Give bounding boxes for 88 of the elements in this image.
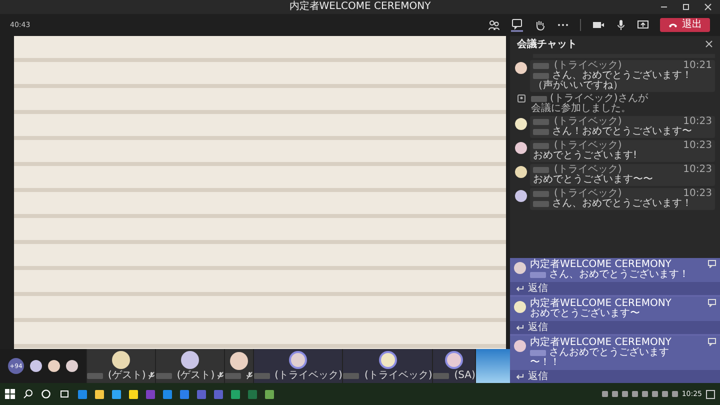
blurred-name xyxy=(533,191,549,197)
message-text: さん、おめでとうございます！ xyxy=(552,71,692,81)
reply-arrow-icon xyxy=(516,285,524,292)
sender-org: (トライベック) xyxy=(554,61,622,71)
reply-button[interactable]: 返信 xyxy=(510,282,720,295)
blurred-name xyxy=(224,372,241,378)
message-text: さん！おめでとうございます〜 xyxy=(552,127,692,137)
task-view-icon[interactable] xyxy=(59,389,70,399)
blurred-name xyxy=(433,372,450,378)
sender-org: (トライベック) xyxy=(554,165,622,175)
message-text: 〜！！ xyxy=(530,358,560,368)
message-text: おめでとうございます! xyxy=(533,151,638,161)
windows-logo-icon[interactable] xyxy=(5,389,15,399)
reply-button[interactable]: 返信 xyxy=(510,370,720,383)
blurred-name xyxy=(531,96,547,102)
chat-icon[interactable] xyxy=(511,18,523,32)
maximize-icon[interactable] xyxy=(682,3,690,11)
message-time: 10:21 xyxy=(683,61,712,71)
blurred-name xyxy=(343,372,360,378)
avatar-circle xyxy=(515,166,527,178)
message-text: さん、おめでとうございます！ xyxy=(549,270,689,280)
participant-label: (SA) xyxy=(454,370,476,381)
microphone-icon[interactable] xyxy=(616,19,626,31)
phone-icon xyxy=(668,22,678,28)
notification-card[interactable]: 内定者WELCOME CEREMONY さん、おめでとうございます！ 返信 xyxy=(510,258,720,295)
participant-label: (トライベック) xyxy=(364,370,432,381)
message-time: 10:23 xyxy=(683,189,712,199)
participant-label: (ゲスト) xyxy=(176,370,215,381)
close-icon[interactable] xyxy=(705,40,713,48)
blurred-name xyxy=(156,372,172,378)
message-text: （声がいいですね） xyxy=(533,81,623,91)
participant-label: (ゲスト) xyxy=(108,370,146,381)
avatar-circle xyxy=(515,62,527,74)
sender-name: 内定者WELCOME CEREMONY xyxy=(530,299,672,309)
avatar-circle xyxy=(514,301,526,313)
message-time: 10:23 xyxy=(683,165,712,175)
message-text: おめでとうございます〜〜 xyxy=(533,175,653,185)
avatar-circle xyxy=(66,360,78,372)
blurred-name xyxy=(533,63,549,69)
avatar-circle xyxy=(515,190,527,202)
avatar-circle xyxy=(514,262,526,274)
reply-arrow-icon xyxy=(516,324,524,331)
sender-org: (トライベック) xyxy=(554,117,622,127)
message-time: 10:23 xyxy=(683,117,712,127)
message-time: 10:23 xyxy=(683,141,712,151)
sender-name: 内定者WELCOME CEREMONY xyxy=(530,260,672,270)
close-icon[interactable] xyxy=(704,3,712,11)
participant-tile[interactable]: (トライベック) xyxy=(254,349,344,383)
window-title: 内定者WELCOME CEREMONY xyxy=(289,1,431,13)
avatar-circle xyxy=(515,142,527,154)
message-text: さん、おめでとうございます！ xyxy=(552,199,692,209)
participant-tile[interactable]: (ゲスト) xyxy=(87,349,156,383)
avatar-circle xyxy=(515,118,527,130)
sender-org: (トライベック) xyxy=(554,141,622,151)
participant-tile[interactable] xyxy=(224,349,254,383)
blurred-name xyxy=(533,143,549,149)
raise-hand-icon[interactable] xyxy=(534,19,546,31)
blurred-name xyxy=(87,372,103,378)
blurred-name xyxy=(533,167,549,173)
ring-icon[interactable] xyxy=(41,389,51,399)
message-text: おめでとうございます〜 xyxy=(530,309,640,319)
notification-card[interactable]: 内定者WELCOME CEREMONY おめでとうございます〜 返信 xyxy=(510,297,720,334)
participant-tile[interactable]: (ゲスト) xyxy=(156,349,225,383)
leave-button[interactable]: 退出 xyxy=(660,18,710,32)
participant-tile[interactable]: (SA) xyxy=(433,349,476,383)
system-text: さんが xyxy=(618,94,648,104)
message-text: さんおめでとうございます xyxy=(549,348,669,358)
blurred-name xyxy=(254,372,270,378)
reply-button[interactable]: 返信 xyxy=(510,321,720,334)
notification-card[interactable]: 内定者WELCOME CEREMONY さんおめでとうございます 〜！！ 返信 xyxy=(510,336,720,383)
sender-name: 内定者WELCOME CEREMONY xyxy=(530,338,672,348)
avatar-circle xyxy=(514,340,526,352)
avatar-circle xyxy=(48,360,60,372)
avatar-circle xyxy=(30,360,42,372)
camera-icon[interactable] xyxy=(592,19,605,31)
blurred-name xyxy=(533,119,549,125)
search-icon[interactable] xyxy=(23,389,33,399)
system-text: 会議に参加しました。 xyxy=(531,104,631,114)
sender-org: (トライベック) xyxy=(550,94,618,104)
share-screen-icon[interactable] xyxy=(637,19,649,31)
reply-arrow-icon xyxy=(516,373,524,380)
participant-label: (トライベック) xyxy=(274,370,342,381)
notification-icon[interactable] xyxy=(706,390,715,398)
participant-tile[interactable]: (トライベック) xyxy=(343,349,434,383)
chat-title: 会議チャット xyxy=(517,38,577,50)
sender-org: (トライベック) xyxy=(554,189,622,199)
people-icon[interactable] xyxy=(488,19,500,31)
join-icon xyxy=(517,94,526,103)
